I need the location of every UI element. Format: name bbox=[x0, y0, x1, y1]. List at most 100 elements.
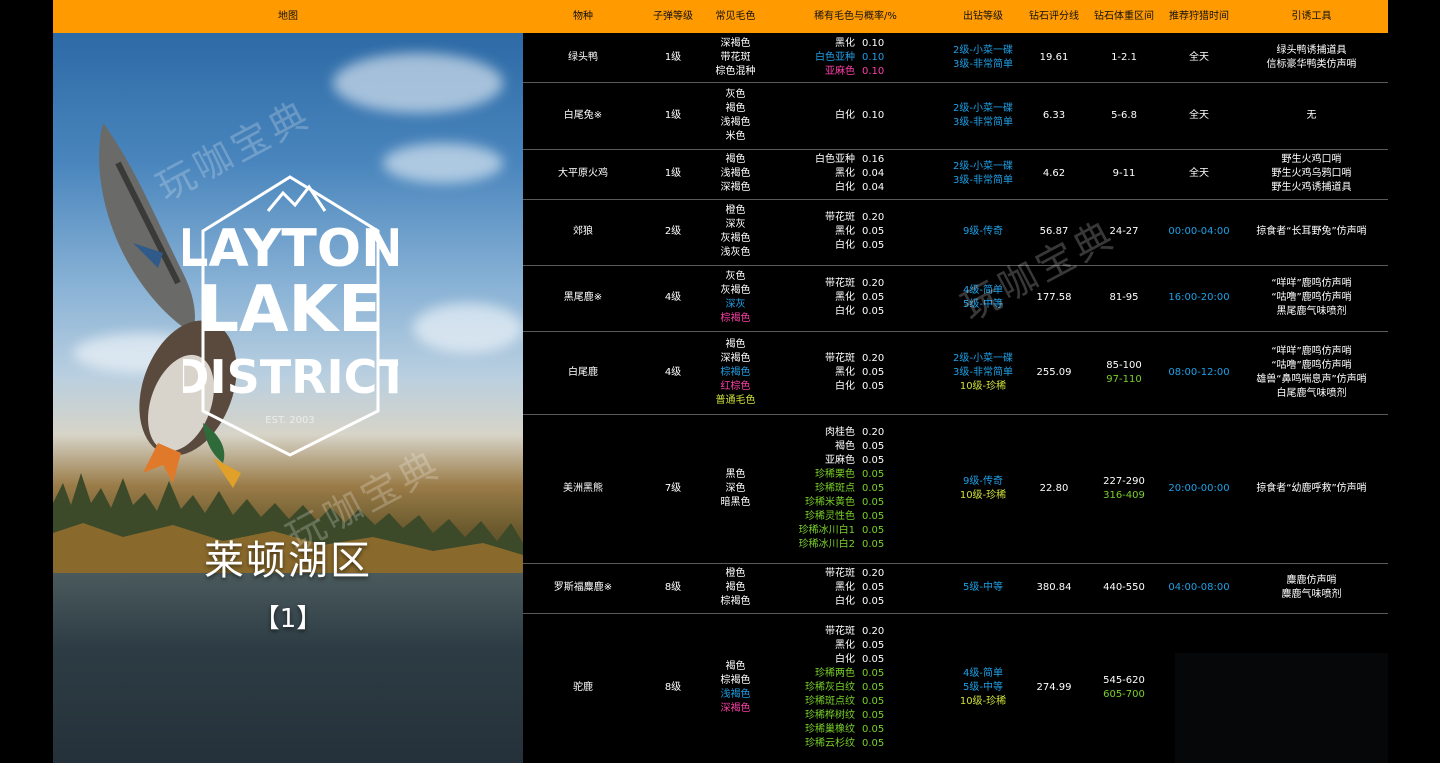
rare-fur-name: 带花斑 bbox=[825, 568, 855, 579]
score-cell: 177.58 bbox=[1023, 265, 1085, 331]
map-panel: LAYTON LAKE DISTRICT EST. 2003 莱顿湖区 【1】 bbox=[53, 33, 523, 763]
common-fur: 棕色混种 bbox=[715, 65, 756, 77]
rare-fur-line: 珍稀斑点 0.05 bbox=[768, 482, 943, 496]
rare-fur-name: 珍稀云杉纹 bbox=[805, 738, 855, 749]
lure-tool: 野生火鸡乌鸦口哨 bbox=[1271, 168, 1352, 179]
header-species: 物种 bbox=[573, 11, 593, 22]
ammo-class: 8级 bbox=[664, 582, 682, 593]
rare-fur-name: 带花斑 bbox=[825, 212, 855, 223]
diamond-level-cell: 4级-简单 5级-中等 bbox=[943, 265, 1023, 331]
lure-tool: 掠食者“长耳野兔”仿声哨 bbox=[1256, 226, 1367, 237]
diamond-score: 274.99 bbox=[1036, 682, 1072, 693]
diamond-level: 10级-珍稀 bbox=[959, 380, 1007, 392]
rare-fur-probability: 0.05 bbox=[862, 538, 885, 550]
common-fur: 棕褐色 bbox=[720, 313, 751, 324]
rare-fur-probability: 0.05 bbox=[862, 582, 885, 593]
table-row: 郊狼 2级 橙色 深灰 灰褐色 浅灰色 带花斑 0.20 黑化 0.05 白化 0.05 9级-传奇 56… bbox=[523, 199, 1388, 266]
hunt-time-cell: 00:00-04:00 bbox=[1163, 199, 1235, 265]
rare-fur-cell: 带花斑 0.20 黑化 0.05 白化 0.05 bbox=[768, 199, 943, 265]
rare-fur-name: 珍稀灰白纹 bbox=[805, 682, 855, 693]
rare-fur-name: 珍稀灵性色 bbox=[805, 510, 855, 522]
hunting-guide-sheet: 地图 物种 子弹等级 常见毛色 稀有毛色与概率/% 出钻等级 钻石评分线 钻石体… bbox=[53, 0, 1388, 763]
diamond-level: 4级-简单 bbox=[963, 668, 1003, 679]
header-map: 地图 bbox=[278, 11, 298, 22]
weight-range: 24-27 bbox=[1109, 226, 1139, 237]
rare-fur-cell: 带花斑 0.20 黑化 0.05 白化 0.05 bbox=[768, 563, 943, 613]
header-rare-fur: 稀有毛色与概率/% bbox=[814, 11, 897, 22]
hunt-time: 00:00-04:00 bbox=[1168, 226, 1230, 237]
weight-cell: 545-620 605-700 bbox=[1085, 613, 1163, 763]
weight-range: 85-100 bbox=[1106, 359, 1142, 371]
rare-fur-name: 珍稀巢橡纹 bbox=[805, 724, 855, 735]
ammo-class: 7级 bbox=[664, 482, 682, 494]
common-fur: 褐色 bbox=[725, 154, 746, 165]
rare-fur-probability: 0.05 bbox=[862, 738, 885, 749]
rare-fur-probability: 0.05 bbox=[862, 640, 885, 651]
rare-fur-line: 黑化 0.05 bbox=[768, 291, 943, 305]
diamond-level: 4级-简单 bbox=[963, 285, 1003, 296]
common-fur: 橙色 bbox=[725, 568, 746, 579]
cloud bbox=[383, 143, 503, 183]
ammo-cell: 1级 bbox=[643, 82, 703, 149]
rare-fur-line: 肉桂色 0.20 bbox=[768, 426, 943, 440]
rare-fur-line: 黑化 0.04 bbox=[768, 167, 943, 181]
rare-fur-cell: 白化 0.10 bbox=[768, 82, 943, 149]
lure-tool: 黑尾鹿气味喷剂 bbox=[1276, 306, 1347, 317]
rare-fur-name: 带花斑 bbox=[825, 352, 855, 364]
rare-fur-line: 白化 0.10 bbox=[768, 109, 943, 123]
common-fur: 褐色 bbox=[725, 661, 746, 672]
score-cell: 4.62 bbox=[1023, 149, 1085, 199]
hunt-time: 08:00-12:00 bbox=[1168, 366, 1230, 378]
logo-line2: LAKE bbox=[198, 273, 382, 347]
header-weight-range: 钻石体重区间 bbox=[1094, 11, 1154, 22]
diamond-level-cell: 5级-中等 bbox=[943, 563, 1023, 613]
rare-fur-probability: 0.04 bbox=[862, 168, 885, 179]
rare-fur-name: 带花斑 bbox=[825, 278, 855, 289]
rare-fur-probability: 0.20 bbox=[862, 568, 885, 579]
rare-fur-probability: 0.05 bbox=[862, 468, 885, 480]
rare-fur-probability: 0.20 bbox=[862, 626, 885, 637]
common-fur: 黑色 bbox=[725, 468, 746, 480]
common-fur: 深褐色 bbox=[720, 352, 751, 364]
header-ammo-class: 子弹等级 bbox=[653, 11, 693, 22]
diamond-level: 9级-传奇 bbox=[963, 475, 1003, 487]
rare-fur-name: 珍稀冰川白1 bbox=[798, 524, 855, 536]
common-fur: 深灰 bbox=[725, 219, 746, 230]
species-name: 黑尾鹿※ bbox=[563, 292, 603, 303]
rare-fur-name: 珍稀栗色 bbox=[815, 468, 855, 480]
common-fur: 橙色 bbox=[725, 205, 746, 216]
weight-cell: 440-550 bbox=[1085, 563, 1163, 613]
diamond-level: 3级-非常简单 bbox=[953, 58, 1013, 70]
ammo-class: 2级 bbox=[664, 226, 682, 237]
lure-tool: “咕噜”鹿鸣仿声哨 bbox=[1271, 359, 1352, 371]
lure-tool: 白尾鹿气味喷剂 bbox=[1276, 387, 1347, 399]
rare-fur-name: 亚麻色 bbox=[825, 65, 855, 77]
rare-fur-name: 亚麻色 bbox=[825, 454, 855, 466]
common-fur: 深褐色 bbox=[720, 703, 751, 714]
common-fur: 米色 bbox=[725, 130, 746, 142]
rare-fur-line: 珍稀灰白纹 0.05 bbox=[768, 681, 943, 695]
rare-fur-line: 黑化 0.05 bbox=[768, 639, 943, 653]
rare-fur-probability: 0.20 bbox=[862, 352, 885, 364]
rare-fur-line: 白化 0.05 bbox=[768, 380, 943, 394]
diamond-level: 10级-珍稀 bbox=[959, 489, 1007, 501]
rare-fur-probability: 0.05 bbox=[862, 366, 885, 378]
rare-fur-name: 褐色 bbox=[835, 440, 855, 452]
rare-fur-name: 白化 bbox=[835, 654, 855, 665]
lure-cell: 麋鹿仿声哨 麋鹿气味喷剂 bbox=[1235, 563, 1388, 613]
rare-fur-probability: 0.05 bbox=[862, 482, 885, 494]
common-fur-cell: 灰色 灰褐色 深灰 棕褐色 bbox=[703, 265, 768, 331]
diamond-score: 22.80 bbox=[1039, 482, 1069, 494]
rare-fur-cell: 带花斑 0.20 黑化 0.05 白化 0.05 bbox=[768, 331, 943, 414]
weight-cell: 85-100 97-110 bbox=[1085, 331, 1163, 414]
rare-fur-name: 珍稀两色 bbox=[815, 668, 855, 679]
diamond-level: 2级-小菜一碟 bbox=[953, 352, 1013, 364]
rare-fur-probability: 0.05 bbox=[862, 496, 885, 508]
diamond-level: 2级-小菜一碟 bbox=[953, 161, 1013, 172]
rare-fur-probability: 0.05 bbox=[862, 454, 885, 466]
species-cell: 罗斯福麋鹿※ bbox=[523, 563, 643, 613]
common-fur: 深褐色 bbox=[720, 182, 751, 193]
weight-range: 81-95 bbox=[1109, 292, 1139, 303]
diamond-level: 10级-珍稀 bbox=[959, 696, 1007, 707]
rare-fur-probability: 0.05 bbox=[862, 440, 885, 452]
